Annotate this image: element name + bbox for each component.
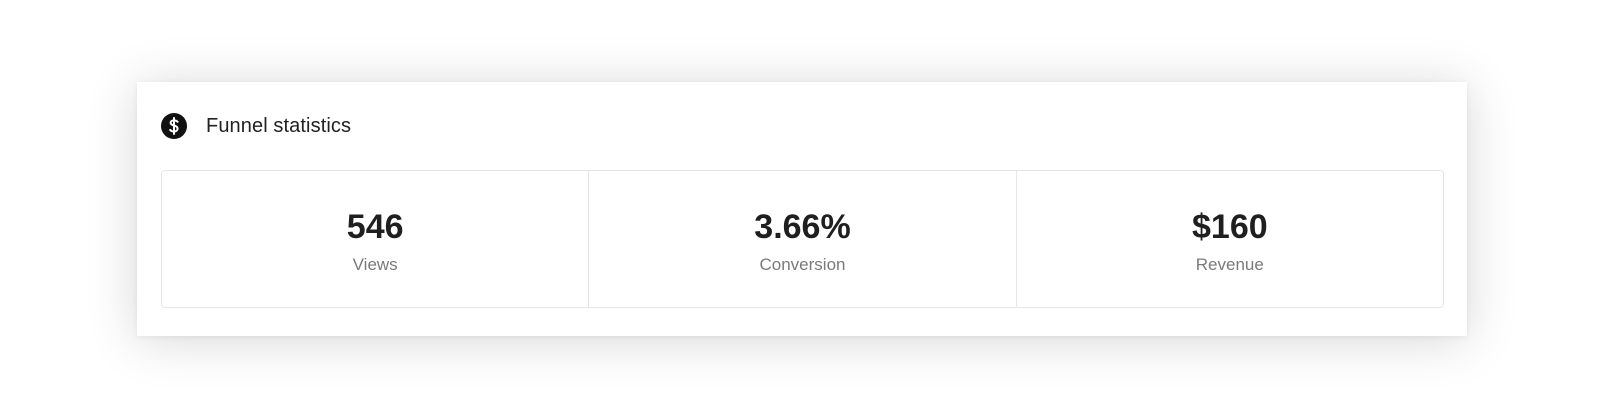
stat-revenue: $160 Revenue (1015, 171, 1443, 307)
dollar-glyph (169, 117, 179, 135)
stat-conversion: 3.66% Conversion (588, 171, 1015, 307)
stat-value: $160 (1192, 208, 1268, 246)
stat-label: Conversion (759, 255, 846, 274)
stats-grid: 546 Views 3.66% Conversion $160 Revenue (161, 170, 1444, 308)
funnel-statistics-card: Funnel statistics 546 Views 3.66% Conver… (137, 82, 1467, 336)
stat-value: 546 (346, 208, 404, 246)
card-title: Funnel statistics (206, 114, 352, 137)
stat-value: 3.66% (754, 208, 851, 246)
stat-views: 546 Views (162, 171, 588, 307)
page-background: Funnel statistics 546 Views 3.66% Conver… (0, 0, 1600, 418)
stat-label: Views (352, 255, 398, 274)
dollar-circle-icon (161, 113, 187, 139)
stat-label: Revenue (1195, 255, 1264, 274)
card-header: Funnel statistics (161, 112, 351, 140)
